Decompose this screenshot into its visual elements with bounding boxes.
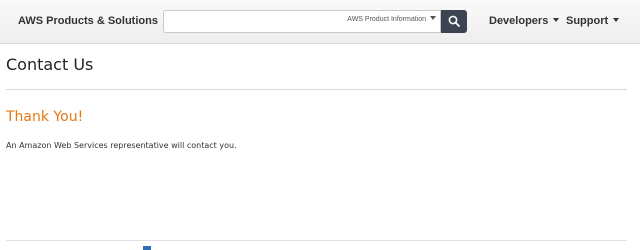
- footer-divider: [6, 240, 627, 241]
- search-scope-label: AWS Product Information: [347, 16, 426, 23]
- developers-label: Developers: [489, 15, 549, 27]
- caret-down-icon: [430, 16, 436, 20]
- divider: [6, 89, 627, 90]
- top-navigation-bar: AWS Products & Solutions AWS Product Inf…: [0, 0, 640, 44]
- developers-menu[interactable]: Developers: [489, 15, 560, 27]
- search-input[interactable]: [164, 11, 339, 32]
- support-label: Support: [566, 15, 609, 27]
- support-menu[interactable]: Support: [566, 15, 620, 27]
- search-box: AWS Product Information: [163, 10, 441, 33]
- caret-down-icon: [553, 18, 560, 22]
- footer-logo-icon: [143, 246, 151, 250]
- caret-down-icon: [613, 18, 620, 22]
- search-icon: [448, 15, 460, 27]
- search-button[interactable]: [441, 10, 467, 33]
- confirmation-heading: Thank You!: [6, 109, 84, 125]
- products-solutions-label: AWS Products & Solutions: [18, 15, 158, 27]
- page-title: Contact Us: [6, 55, 94, 74]
- confirmation-message: An Amazon Web Services representative wi…: [6, 141, 237, 150]
- products-solutions-menu[interactable]: AWS Products & Solutions: [18, 15, 169, 27]
- search-scope-dropdown[interactable]: AWS Product Information: [347, 16, 436, 23]
